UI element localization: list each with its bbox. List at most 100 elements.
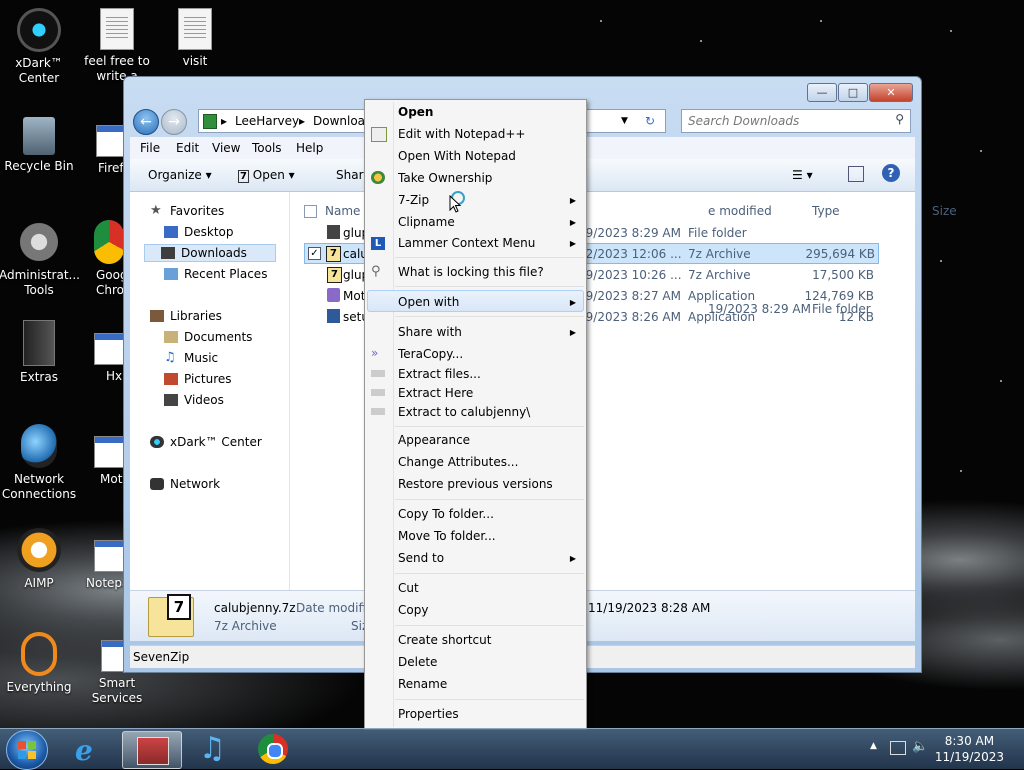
desktop-icon-visit[interactable]: visit	[155, 8, 235, 69]
windows-logo-icon	[18, 741, 26, 749]
breadcrumb-downloads[interactable]: Downloa	[313, 114, 365, 128]
nav-libraries[interactable]: Libraries	[150, 309, 222, 323]
menu-item-send-to[interactable]: Send to	[398, 551, 444, 565]
menu-item-extract-to[interactable]: Extract to calubjenny\	[398, 405, 530, 419]
network-tray-icon[interactable]	[890, 741, 906, 755]
nav-downloads[interactable]: Downloads	[144, 244, 276, 262]
nav-favorites[interactable]: ★ Favorites	[150, 204, 224, 218]
menu-view[interactable]: View	[212, 141, 240, 155]
menu-item-extract-files[interactable]: Extract files...	[398, 367, 481, 381]
menu-item-restore-versions[interactable]: Restore previous versions	[398, 477, 553, 491]
view-options-icon[interactable]: ☰ ▾	[792, 168, 813, 182]
desktop-icon-hxl[interactable]: Hxl	[88, 325, 128, 384]
taskbar-internet-explorer[interactable]: e	[61, 731, 119, 767]
menu-item-copy-to-folder[interactable]: Copy To folder...	[398, 507, 494, 521]
search-icon[interactable]: ⚲	[895, 112, 904, 126]
forward-button[interactable]: →	[161, 109, 187, 135]
desktop-icon-aimp[interactable]: AIMP	[0, 528, 79, 591]
close-button[interactable]: ✕	[869, 83, 913, 102]
column-header-size[interactable]: Size	[932, 204, 957, 218]
tray-expand-icon[interactable]: ▲	[870, 741, 877, 751]
menu-item-share-with[interactable]: Share with	[398, 325, 462, 339]
menu-tools[interactable]: Tools	[252, 141, 282, 155]
refresh-icon[interactable]: ↻	[645, 114, 655, 128]
open-button[interactable]: 7 Open ▾	[238, 168, 295, 183]
taskbar-music-player[interactable]: ♫	[183, 731, 241, 767]
menu-item-locking[interactable]: What is locking this file?	[398, 265, 544, 279]
desktop-icon-notepad[interactable]: Notepa	[83, 532, 129, 591]
desktop-icon-extras[interactable]: Extras	[0, 320, 79, 385]
help-icon[interactable]: ?	[882, 164, 900, 182]
text-document-icon	[100, 8, 134, 50]
menu-item-teracopy[interactable]: TeraCopy...	[398, 347, 463, 361]
minimize-button[interactable]: —	[807, 83, 837, 102]
select-all-checkbox[interactable]	[304, 205, 317, 218]
desktop-icon-everything[interactable]: Everything	[0, 632, 79, 695]
row-checkbox[interactable]: ✓	[308, 247, 321, 260]
column-header-date[interactable]: e modified	[708, 204, 772, 218]
start-button[interactable]	[6, 730, 48, 770]
desktop-icon-network-connections[interactable]: Network Connections	[0, 424, 79, 502]
submenu-arrow-icon: ▶	[569, 298, 576, 307]
breadcrumb-leeharvey[interactable]: LeeHarvey	[235, 114, 299, 128]
nav-xdark-center[interactable]: xDark™ Center	[150, 435, 262, 449]
nav-pictures[interactable]: Pictures	[164, 372, 232, 386]
7z-file-icon: 7	[327, 267, 342, 283]
nav-documents[interactable]: Documents	[164, 330, 252, 344]
menu-edit[interactable]: Edit	[176, 141, 199, 155]
menu-item-extract-here[interactable]: Extract Here	[398, 386, 473, 400]
7z-archive-icon: 7	[148, 594, 194, 637]
menu-item-open-with-notepad[interactable]: Open With Notepad	[398, 149, 516, 163]
xdark-center-icon	[150, 436, 164, 448]
clock[interactable]: 8:30 AM 11/19/2023	[935, 733, 1004, 765]
desktop-icon-xdark-center[interactable]: xDark™ Center	[0, 8, 79, 86]
taskbar-explorer[interactable]	[122, 731, 182, 769]
menu-item-7zip[interactable]: 7-Zip	[398, 193, 429, 207]
menu-item-properties[interactable]: Properties	[398, 707, 459, 721]
menu-item-cut[interactable]: Cut	[398, 581, 419, 595]
menu-file[interactable]: File	[140, 141, 160, 155]
menu-item-open-with[interactable]: Open with	[398, 295, 459, 309]
organize-button[interactable]: Organize ▾	[148, 168, 212, 182]
details-filename: calubjenny.7z	[214, 601, 296, 615]
address-dropdown-icon[interactable]: ▼	[621, 116, 628, 126]
menu-item-lammer[interactable]: Lammer Context Menu	[398, 236, 535, 250]
nav-videos[interactable]: Videos	[164, 393, 224, 407]
menu-item-create-shortcut[interactable]: Create shortcut	[398, 633, 491, 647]
application-icon	[327, 288, 340, 302]
back-button[interactable]: ←	[133, 109, 159, 135]
menu-item-clipname[interactable]: Clipname	[398, 215, 455, 229]
menu-item-delete[interactable]: Delete	[398, 655, 437, 669]
nav-network[interactable]: Network	[150, 477, 220, 491]
menu-item-appearance[interactable]: Appearance	[398, 433, 470, 447]
nav-music[interactable]: ♫ Music	[164, 351, 218, 365]
maximize-button[interactable]: □	[838, 83, 868, 102]
desktop-icon-recycle-bin[interactable]: Recycle Bin	[0, 117, 79, 174]
menu-item-edit-notepadpp[interactable]: Edit with Notepad++	[398, 127, 525, 141]
column-header-name[interactable]: Name	[325, 204, 360, 218]
preview-pane-icon[interactable]	[848, 166, 864, 182]
teracopy-icon: »	[371, 346, 379, 360]
taskbar: e ♫ ▲ 🔈 8:30 AM 11/19/2023	[0, 728, 1024, 770]
menu-item-open[interactable]: Open	[398, 105, 433, 119]
menu-item-copy[interactable]: Copy	[398, 603, 428, 617]
nav-desktop[interactable]: Desktop	[164, 225, 234, 239]
menu-item-change-attributes[interactable]: Change Attributes...	[398, 455, 518, 469]
navigation-pane: ★ Favorites Desktop Downloads Recent Plac…	[130, 192, 290, 590]
menu-item-rename[interactable]: Rename	[398, 677, 447, 691]
column-header-type[interactable]: Type	[812, 204, 840, 218]
volume-muted-icon[interactable]: 🔈	[912, 739, 928, 754]
menu-item-move-to-folder[interactable]: Move To folder...	[398, 529, 496, 543]
search-box[interactable]: Search Downloads ⚲	[681, 109, 911, 133]
text-document-icon	[178, 8, 212, 50]
desktop-icon-firefox[interactable]: Firef	[70, 117, 130, 176]
desktop-icon-feel-free[interactable]: feel free to write a	[77, 8, 157, 84]
desktop-icon-mot[interactable]: Mot	[88, 428, 128, 487]
nav-recent-places[interactable]: Recent Places	[164, 267, 267, 281]
folder-extras-icon	[23, 320, 55, 366]
taskbar-chrome[interactable]	[244, 731, 302, 767]
menu-item-take-ownership[interactable]: Take Ownership	[398, 171, 492, 185]
menu-help[interactable]: Help	[296, 141, 323, 155]
desktop-icon-admin-tools[interactable]: Administrat... Tools	[0, 220, 80, 298]
extract-icon	[371, 370, 385, 377]
